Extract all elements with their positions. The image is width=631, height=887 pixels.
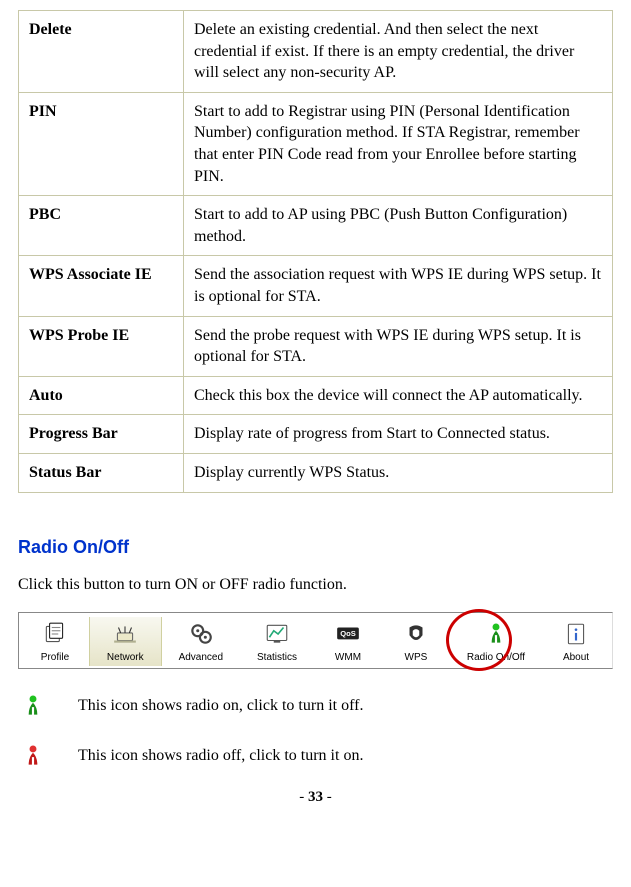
wps-icon xyxy=(399,619,433,649)
toolbar-item-advanced[interactable]: Advanced xyxy=(162,617,240,666)
toolbar-item-wmm[interactable]: QoS WMM xyxy=(314,617,382,666)
toolbar-item-radio-on[interactable]: Radio On/Off xyxy=(450,617,542,666)
table-row: PINStart to add to Registrar using PIN (… xyxy=(19,92,613,195)
term-cell: PIN xyxy=(19,92,184,195)
wmm-icon: QoS xyxy=(331,619,365,649)
table-row: Progress BarDisplay rate of progress fro… xyxy=(19,415,613,454)
term-cell: Status Bar xyxy=(19,453,184,492)
legend-row: This icon shows radio off, click to turn… xyxy=(18,739,613,773)
radio-on-icon xyxy=(479,619,513,649)
table-row: DeleteDelete an existing credential. And… xyxy=(19,11,613,93)
svg-text:QoS: QoS xyxy=(340,629,356,638)
definitions-table: DeleteDelete an existing credential. And… xyxy=(18,10,613,493)
radio-on-icon xyxy=(18,689,48,723)
about-icon xyxy=(559,619,593,649)
toolbar-item-label: About xyxy=(563,652,589,663)
profile-icon xyxy=(38,619,72,649)
icon-legend: This icon shows radio on, click to turn … xyxy=(18,689,613,773)
legend-row: This icon shows radio on, click to turn … xyxy=(18,689,613,723)
toolbar-item-label: Statistics xyxy=(257,652,297,663)
toolbar-item-about[interactable]: About xyxy=(542,617,610,666)
table-row: AutoCheck this box the device will conne… xyxy=(19,376,613,415)
page-number: - 33 - xyxy=(18,789,613,806)
table-row: Status BarDisplay currently WPS Status. xyxy=(19,453,613,492)
toolbar-item-statistics[interactable]: Statistics xyxy=(240,617,314,666)
description-cell: Send the probe request with WPS IE durin… xyxy=(184,316,613,376)
term-cell: PBC xyxy=(19,196,184,256)
network-icon xyxy=(108,619,142,649)
radio-off-icon xyxy=(18,739,48,773)
description-cell: Check this box the device will connect t… xyxy=(184,376,613,415)
toolbar-item-network[interactable]: Network xyxy=(89,617,162,666)
table-row: PBCStart to add to AP using PBC (Push Bu… xyxy=(19,196,613,256)
description-cell: Delete an existing credential. And then … xyxy=(184,11,613,93)
legend-text: This icon shows radio on, click to turn … xyxy=(78,697,363,715)
toolbar-item-label: Network xyxy=(107,652,144,663)
toolbar-item-wps[interactable]: WPS xyxy=(382,617,450,666)
table-row: WPS Associate IESend the association req… xyxy=(19,256,613,316)
description-cell: Send the association request with WPS IE… xyxy=(184,256,613,316)
app-toolbar: Profile Network Advanced Statistics QoS WMM WP… xyxy=(18,612,613,669)
description-cell: Display rate of progress from Start to C… xyxy=(184,415,613,454)
term-cell: Delete xyxy=(19,11,184,93)
toolbar-item-label: Advanced xyxy=(179,652,223,663)
toolbar-item-label: WPS xyxy=(405,652,428,663)
toolbar-item-label: Profile xyxy=(41,652,69,663)
term-cell: Progress Bar xyxy=(19,415,184,454)
toolbar-item-profile[interactable]: Profile xyxy=(21,617,89,666)
table-row: WPS Probe IESend the probe request with … xyxy=(19,316,613,376)
advanced-icon xyxy=(184,619,218,649)
description-cell: Display currently WPS Status. xyxy=(184,453,613,492)
term-cell: WPS Associate IE xyxy=(19,256,184,316)
statistics-icon xyxy=(260,619,294,649)
term-cell: WPS Probe IE xyxy=(19,316,184,376)
toolbar-item-label: Radio On/Off xyxy=(467,652,525,663)
description-cell: Start to add to AP using PBC (Push Butto… xyxy=(184,196,613,256)
intro-text: Click this button to turn ON or OFF radi… xyxy=(18,576,613,594)
toolbar-item-label: WMM xyxy=(335,652,361,663)
legend-text: This icon shows radio off, click to turn… xyxy=(78,747,363,765)
description-cell: Start to add to Registrar using PIN (Per… xyxy=(184,92,613,195)
term-cell: Auto xyxy=(19,376,184,415)
section-heading: Radio On/Off xyxy=(18,537,613,558)
